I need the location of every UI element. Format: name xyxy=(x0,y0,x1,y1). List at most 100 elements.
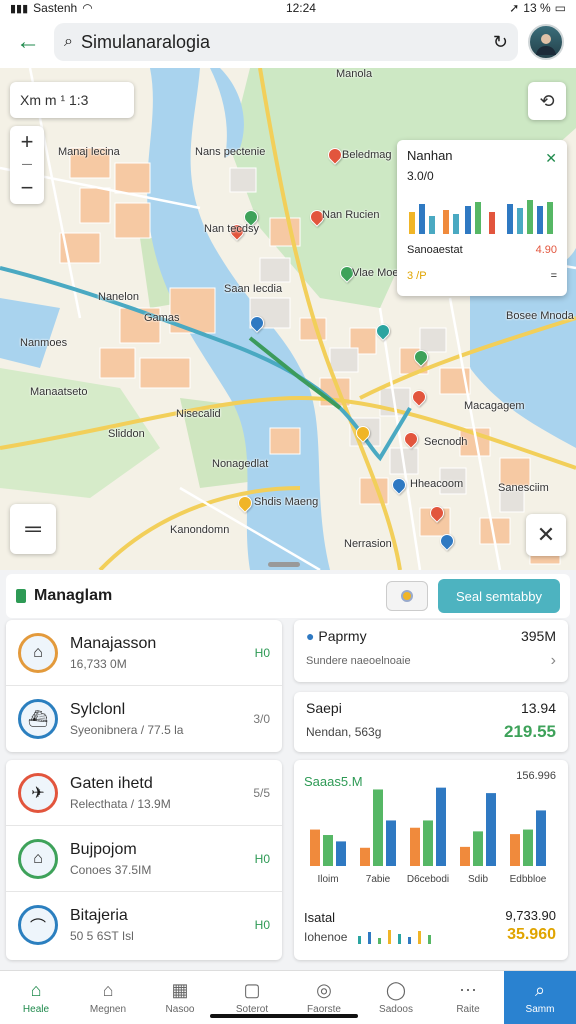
info-card-title: Nanhan xyxy=(407,148,453,163)
list-item[interactable]: ⌂ Manajasson 16,733 0M H0 xyxy=(6,620,282,686)
close-icon[interactable]: ✕ xyxy=(545,150,557,167)
list-item-title: Bitajeria xyxy=(70,907,128,924)
stat-card[interactable]: Saepi 13.94 Nendan, 563g 219.55 xyxy=(294,692,568,752)
stat-title-text: Paprmy xyxy=(318,628,367,644)
map-label: Sliddon xyxy=(108,428,145,440)
avatar[interactable] xyxy=(528,24,564,60)
list-item[interactable]: ✈ Gaten ihetd Relecthata / 13.9M 5/5 xyxy=(6,760,282,826)
plane-icon: ✈ xyxy=(18,772,58,813)
zoom-out-button[interactable]: − xyxy=(21,175,34,201)
stat-card[interactable]: ● Paprmy 395M Sundere naeoelnoaie › xyxy=(294,620,568,682)
chart-bar xyxy=(386,820,396,866)
stat-title: ● Paprmy xyxy=(306,628,367,644)
panel-title: Managlam xyxy=(34,587,113,604)
clock: 12:24 xyxy=(285,1,316,15)
zoom-in-button[interactable]: + xyxy=(21,129,34,155)
list-item[interactable]: ⌒ Bitajeria 50 5 6ST Isl H0 xyxy=(6,892,282,958)
chart-bar xyxy=(310,829,320,866)
map-label: Manaatseto xyxy=(30,386,88,398)
chevron-right-icon: › xyxy=(550,652,556,669)
map-label: Hheacoom xyxy=(410,478,464,490)
chart-bar xyxy=(523,829,533,866)
info-card-row-label: Sanoaestat xyxy=(407,244,463,256)
stat-subtitle: Sundere naeoelnoaie xyxy=(306,655,411,667)
map-label: Nonagedlat xyxy=(212,458,269,470)
nav-label: Samm xyxy=(525,1004,555,1015)
chart-bar xyxy=(486,793,496,866)
search-bar[interactable]: ⌕ ↻ xyxy=(54,23,518,61)
nav-item-0[interactable]: ⌂ Heale xyxy=(0,971,72,1024)
info-card-row-value: = xyxy=(550,270,557,282)
map-label: Nerrasion xyxy=(344,538,392,550)
nav-icon: ⌕ xyxy=(534,980,546,1000)
list-item-subtitle: Syeonibnera / 77.5 la xyxy=(70,723,184,737)
nav-icon: ⋯ xyxy=(459,980,477,1000)
info-card-row: Sanoaestat 4.90 xyxy=(407,244,557,256)
scale-control[interactable]: Xm m ¹ 1:3 xyxy=(10,82,134,118)
map-label: Kanondomn xyxy=(170,524,230,536)
refresh-icon[interactable]: ↻ xyxy=(493,32,508,53)
bridge-icon: ⌒ xyxy=(18,905,58,945)
filter-chip[interactable] xyxy=(386,581,428,611)
bottom-panel: Managlam Seal semtabby ⌂ Manajasson 16,7… xyxy=(0,570,576,970)
chart-x-tick: 7abie xyxy=(366,874,391,885)
search-input[interactable] xyxy=(80,31,485,53)
list-item-meta: H0 xyxy=(254,645,270,660)
list-card: ⌂ Manajasson 16,733 0M H0 ⛴ Sylclonl Sye… xyxy=(6,620,282,752)
app-logo-icon xyxy=(16,589,26,603)
nav-item-5[interactable]: ◯ Sadoos xyxy=(360,971,432,1024)
scale-text: Xm m ¹ 1:3 xyxy=(20,92,89,108)
wifi-icon: ◠ xyxy=(82,1,93,15)
chart-footer-sub: Iohenoe xyxy=(304,930,348,944)
list-item-subtitle: 16,733 0M xyxy=(70,656,127,671)
nav-label: Megnen xyxy=(89,1004,127,1015)
location-info-card[interactable]: Nanhan 3.0/0 ✕ Sanoaestat 4.90 3 /P = xyxy=(397,140,567,296)
list-item[interactable]: ⛴ Sylclonl Syeonibnera / 77.5 la 3/0 xyxy=(6,686,282,752)
map-label: Nan Rucien xyxy=(322,209,380,221)
primary-action-button[interactable]: Seal semtabby xyxy=(438,579,560,613)
chart-footer-label: Isatal xyxy=(304,910,336,925)
nav-item-2[interactable]: ▦ Nasoo xyxy=(144,971,216,1024)
chart-bar xyxy=(323,835,333,866)
nav-icon: ⌂ xyxy=(102,980,114,1000)
close-route-button[interactable]: ✕ xyxy=(526,514,566,556)
map-label: Shdis Maeng xyxy=(254,496,319,508)
close-icon: ✕ xyxy=(536,522,556,547)
rotate-button[interactable]: ⟲ xyxy=(528,82,566,120)
drag-handle[interactable] xyxy=(268,562,300,567)
chart-x-tick: Edbbloe xyxy=(510,874,547,885)
nav-item-1[interactable]: ⌂ Megnen xyxy=(72,971,144,1024)
panel-header: Managlam Seal semtabby xyxy=(6,574,570,618)
layers-menu-button[interactable]: ═ xyxy=(10,504,56,554)
list-item[interactable]: ⌂ Bujpojom Conoes 37.5IM H0 xyxy=(6,826,282,892)
info-card-row-label: 3 /P xyxy=(407,270,427,282)
nav-item-6[interactable]: ⋯ Raite xyxy=(432,971,504,1024)
chart-card[interactable]: Saaas5.M 156.996 Iloim 7abie D6cebodi Sdib E… xyxy=(294,760,568,960)
top-bar: ← ⌕ ↻ xyxy=(0,16,576,68)
map-label: Manola xyxy=(336,68,373,80)
rotate-icon: ⟲ xyxy=(539,90,555,111)
stat-value: 13.94 xyxy=(520,700,556,716)
chart-footer-value: 9,733.90 xyxy=(505,908,556,923)
map-label: Sanesciim xyxy=(498,482,549,494)
battery-label: 13 % xyxy=(523,1,551,15)
mini-sparkbars xyxy=(358,930,431,944)
chart-bar xyxy=(373,789,383,866)
nav-item-7[interactable]: ⌕ Samm xyxy=(504,971,576,1024)
search-icon: ⌕ xyxy=(64,33,73,50)
chart-bar xyxy=(336,841,346,866)
list-item-subtitle: 50 5 6ST Isl xyxy=(70,929,134,943)
map-label: Secnodh xyxy=(424,436,468,448)
info-card-row: 3 /P = xyxy=(407,270,557,282)
chart-bar xyxy=(360,847,370,866)
list-item-subtitle: Relecthata / 13.9M xyxy=(70,796,171,811)
nav-label: Raite xyxy=(456,1004,480,1015)
list-item-subtitle: Conoes 37.5IM xyxy=(70,862,152,877)
nav-label: Heale xyxy=(22,1004,50,1015)
back-button[interactable]: ← xyxy=(12,26,44,58)
map-label: Nanmoes xyxy=(20,337,68,349)
stat-highlight: 219.55 xyxy=(504,722,556,741)
map-view[interactable]: Manaj lecina Nans pectenie Beledmag Nan … xyxy=(0,68,576,570)
chart-bar xyxy=(423,820,433,866)
list-item-meta: H0 xyxy=(254,851,270,866)
